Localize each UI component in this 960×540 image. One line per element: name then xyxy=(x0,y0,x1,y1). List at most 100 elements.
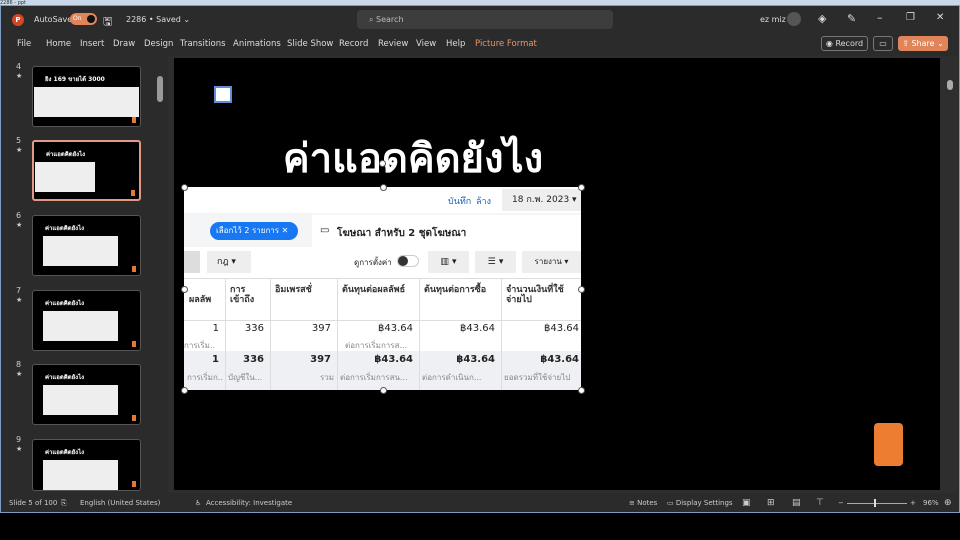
avatar[interactable] xyxy=(787,12,801,26)
tab-picture-format[interactable]: Picture Format xyxy=(475,39,537,49)
zoom-level[interactable]: 96% xyxy=(923,499,939,507)
diamond-icon[interactable]: ◈ xyxy=(818,12,826,25)
total-value: ฿43.64 xyxy=(374,354,413,365)
comment-icon[interactable]: ▭ xyxy=(873,36,893,51)
notes-button[interactable]: ≡ Notes xyxy=(629,499,657,507)
restore-icon[interactable]: ❐ xyxy=(906,12,915,23)
tab-file[interactable]: File xyxy=(17,39,31,49)
tab-animations[interactable]: Animations xyxy=(233,39,281,49)
tab-draw[interactable]: Draw xyxy=(113,39,135,49)
thumbnail-orange-shape xyxy=(131,190,135,196)
rotate-handle[interactable] xyxy=(379,160,386,167)
file-name[interactable]: 2286 • Saved ⌄ xyxy=(126,15,190,24)
autosave-toggle[interactable]: On xyxy=(70,13,97,25)
language[interactable]: English (United States) xyxy=(80,499,160,507)
chip-label: เลือกไว้ 2 รายการ xyxy=(216,226,280,235)
total-value: ฿43.64 xyxy=(540,354,579,365)
star-icon: ★ xyxy=(16,72,23,80)
small-square-shape[interactable] xyxy=(214,86,232,103)
total-subtext: ต่อการเริ่มการสน... xyxy=(340,373,408,382)
thumbnail-image xyxy=(34,87,139,117)
zoom-in-icon[interactable]: + xyxy=(910,499,916,507)
slide-counter: Slide 5 of 100 xyxy=(9,499,58,507)
panel-scrollbar[interactable] xyxy=(157,58,164,492)
slide-thumbnail[interactable]: ค่าแอดคิดยังไง xyxy=(32,290,141,351)
record-button[interactable]: ◉ Record xyxy=(821,36,868,51)
pen-icon[interactable]: ✎ xyxy=(847,12,856,25)
display-settings-button[interactable]: ▭ Display Settings xyxy=(667,499,733,507)
column-divider xyxy=(501,278,502,390)
slideshow-icon[interactable]: ⊤ xyxy=(816,498,824,508)
thumbnail-title: ค่าแอดคิดยังไง xyxy=(45,449,85,456)
screenshot-picture[interactable]: บันทึก ล้าง 18 ก.พ. 2023 ▾ เลือกไว้ 2 รา… xyxy=(184,187,581,390)
thumbnail-image xyxy=(35,162,95,192)
rules-dropdown: กฎ ▾ xyxy=(207,251,251,273)
row-value: 397 xyxy=(311,323,331,334)
resize-handle[interactable] xyxy=(181,286,188,293)
zoom-out-icon[interactable]: − xyxy=(838,499,844,507)
column-header: ผลลัพ xyxy=(189,295,212,305)
resize-handle[interactable] xyxy=(181,387,188,394)
slide-thumbnail[interactable]: ค่าแอดคิดยังไง xyxy=(32,140,141,201)
star-icon: ★ xyxy=(16,445,23,453)
tab-design[interactable]: Design xyxy=(144,39,173,49)
clear-link: ล้าง xyxy=(476,197,491,207)
slide-thumbnail[interactable]: ค่าแอดคิดยังไง xyxy=(32,215,141,276)
zoom-slider-thumb[interactable] xyxy=(874,499,876,507)
star-icon: ★ xyxy=(16,146,23,154)
resize-handle[interactable] xyxy=(578,286,585,293)
slide-thumbnail[interactable]: ยิง 169 ขายได้ 3000 xyxy=(32,66,141,127)
resize-handle[interactable] xyxy=(578,387,585,394)
report-dropdown: รายงาน ▾ xyxy=(522,251,581,273)
accessibility-icon[interactable]: ♿ xyxy=(195,499,201,507)
tab-slide-show[interactable]: Slide Show xyxy=(287,39,333,49)
resize-handle[interactable] xyxy=(380,387,387,394)
share-button[interactable]: ⇪ Share ⌄ xyxy=(898,36,948,51)
tab-record[interactable]: Record xyxy=(339,39,368,49)
reading-view-icon[interactable]: ▤ xyxy=(792,498,801,508)
thumbnail-orange-shape xyxy=(132,415,136,421)
resize-handle[interactable] xyxy=(380,184,387,191)
tab-transitions[interactable]: Transitions xyxy=(180,39,226,49)
date-picker: 18 ก.พ. 2023 ▾ xyxy=(502,189,581,211)
tab-home[interactable]: Home xyxy=(46,39,71,49)
thumbnail-title: ยิง 169 ขายได้ 3000 xyxy=(45,76,105,83)
column-divider xyxy=(270,278,271,390)
fit-slide-icon[interactable]: ⊕ xyxy=(944,498,952,508)
tab-review[interactable]: Review xyxy=(378,39,408,49)
slide-sorter-icon[interactable]: ⊞ xyxy=(767,498,775,508)
row-subtext: ต่อการเริ่มการส... xyxy=(345,341,408,350)
star-icon: ★ xyxy=(16,221,23,229)
resize-handle[interactable] xyxy=(181,184,188,191)
slide-thumbnail[interactable]: ค่าแอดคิดยังไง xyxy=(32,364,141,425)
column-header: ต้นทุนต่อผลลัพธ์ xyxy=(342,285,406,295)
resize-handle[interactable] xyxy=(578,184,585,191)
search-icon: ⌕ xyxy=(369,15,377,24)
row-value: ฿43.64 xyxy=(460,323,495,334)
minimize-icon[interactable]: – xyxy=(877,11,883,24)
close-icon[interactable]: ✕ xyxy=(936,12,944,23)
editor-scroll-thumb[interactable] xyxy=(947,80,953,90)
slide-title[interactable]: ค่าแอดคิดยังไง xyxy=(174,126,652,190)
save-icon[interactable]: 🖫 xyxy=(103,13,112,32)
tab-view[interactable]: View xyxy=(416,39,436,49)
zoom-slider[interactable] xyxy=(847,503,907,504)
calendar-icon: ▭ xyxy=(320,225,330,236)
view-settings-toggle xyxy=(397,255,419,267)
autosave-label: AutoSave xyxy=(34,15,73,24)
thumbnail-orange-shape xyxy=(132,266,136,272)
tab-help[interactable]: Help xyxy=(446,39,465,49)
thumbnail-title: ค่าแอดคิดยังไง xyxy=(45,374,85,381)
notes-label: Notes xyxy=(637,499,658,507)
spellcheck-icon[interactable]: ⎘ xyxy=(61,499,67,508)
search-input[interactable]: ⌕ Search xyxy=(357,10,613,29)
tab-insert[interactable]: Insert xyxy=(80,39,104,49)
panel-scroll-thumb[interactable] xyxy=(157,76,163,102)
record-label: Record xyxy=(835,39,864,48)
orange-shape[interactable] xyxy=(874,423,903,466)
slide-number: 8 xyxy=(16,360,22,369)
slide-thumbnail[interactable]: ค่าแอดคิดยังไง xyxy=(32,439,141,491)
accessibility-status[interactable]: Accessibility: Investigate xyxy=(206,499,292,507)
normal-view-icon[interactable]: ▣ xyxy=(742,498,751,508)
slide-number: 5 xyxy=(16,136,22,145)
